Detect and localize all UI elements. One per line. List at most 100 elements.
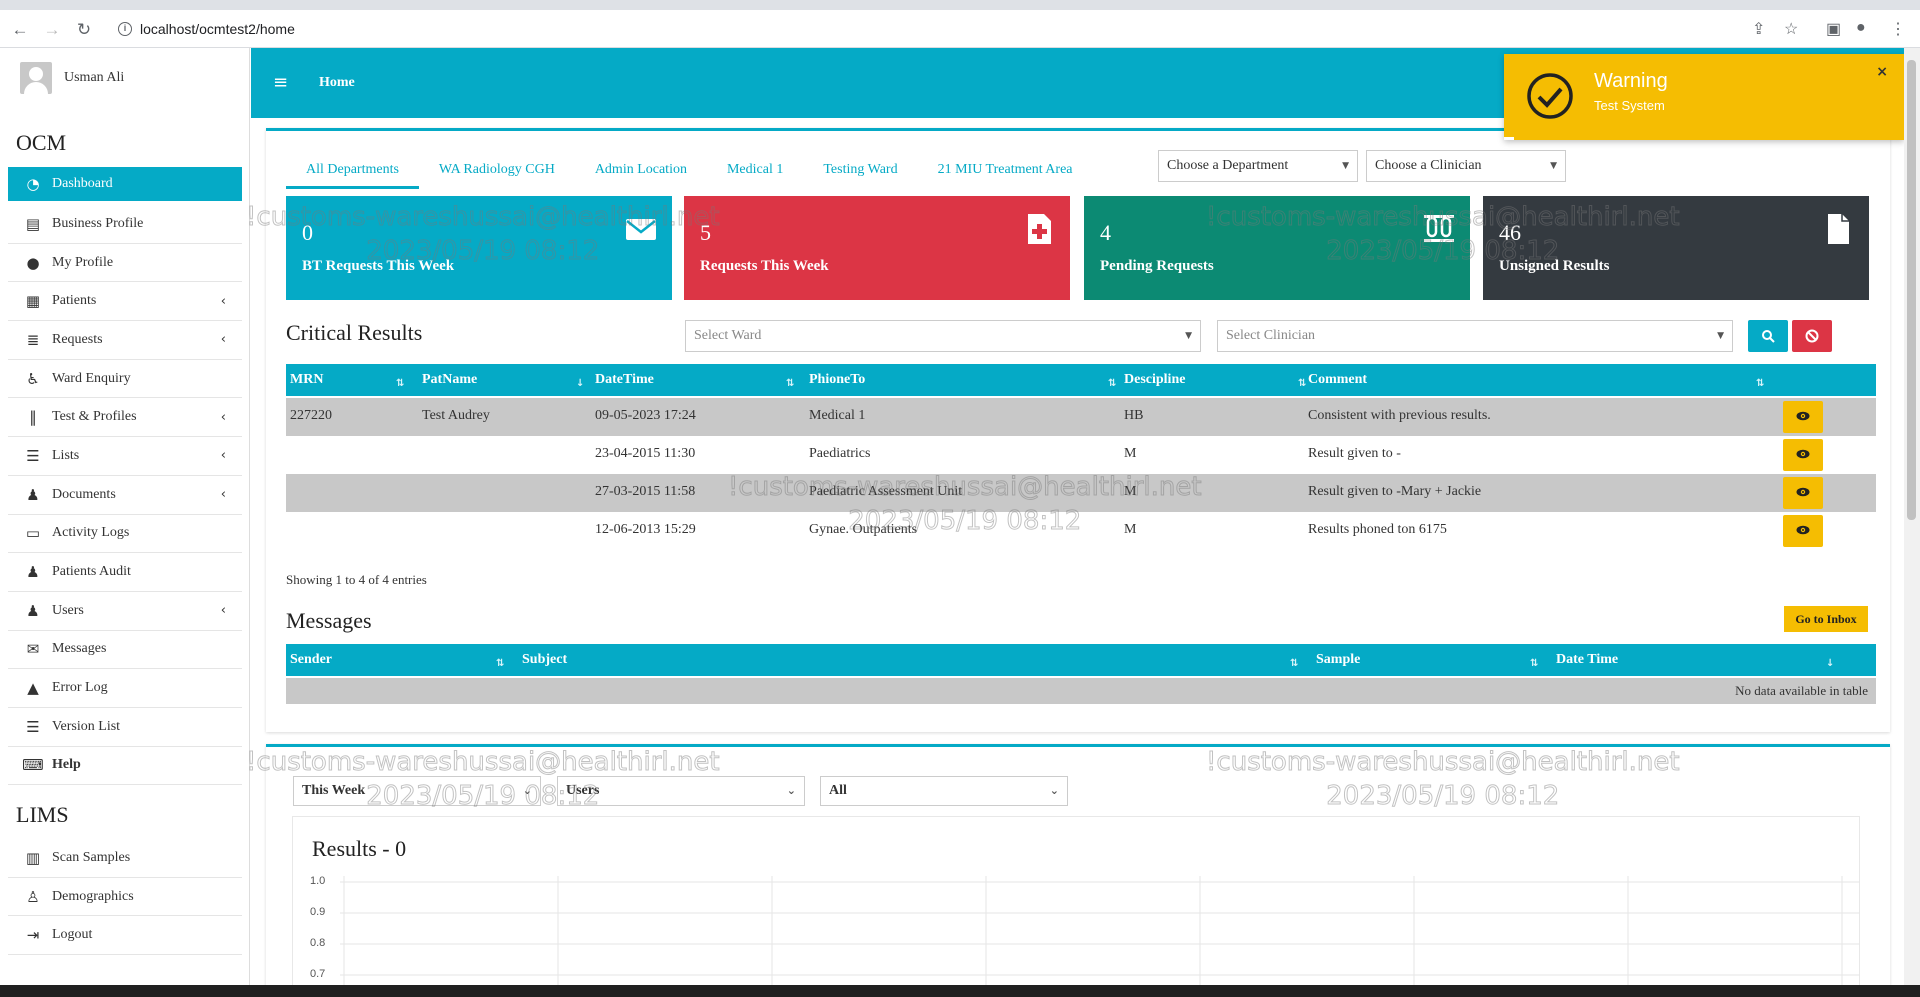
column-header[interactable]: Subject bbox=[522, 652, 567, 668]
tab-department[interactable]: 21 MIU Treatment Area bbox=[918, 159, 1093, 189]
column-header[interactable]: Sender bbox=[290, 652, 332, 668]
ward-select[interactable]: Select Ward ▼ bbox=[685, 320, 1201, 352]
chevron-left-icon: ‹ bbox=[220, 487, 226, 503]
search-button[interactable] bbox=[1748, 320, 1788, 352]
sidebar-item-messages[interactable]: ✉ Messages bbox=[8, 631, 242, 670]
address-bar[interactable]: i localhost/ocmtest2/home bbox=[110, 15, 1890, 43]
back-icon[interactable]: ← bbox=[8, 18, 32, 42]
table-cell: Result given to - bbox=[1308, 446, 1401, 461]
sort-icon[interactable]: ⇅ bbox=[1756, 378, 1764, 389]
browser-toolbar: ← → ↻ i localhost/ocmtest2/home ⇪ ☆ ▣ ● … bbox=[0, 10, 1920, 48]
eye-icon bbox=[1796, 525, 1810, 535]
column-header[interactable]: PhioneTo bbox=[809, 372, 865, 388]
sort-icon[interactable]: ⇅ bbox=[1530, 658, 1538, 669]
clear-filter-button[interactable] bbox=[1792, 320, 1832, 352]
sidebar-item-documents[interactable]: ♟ Documents ‹ bbox=[8, 476, 242, 515]
dashboard-icon: ◔ bbox=[26, 175, 40, 193]
sort-icon[interactable]: ⇅ bbox=[396, 378, 404, 389]
sort-icon[interactable]: ⇅ bbox=[496, 658, 504, 669]
warning-icon: ▲ bbox=[27, 679, 39, 698]
go-to-inbox-button[interactable]: Go to Inbox bbox=[1784, 606, 1868, 632]
all-select[interactable]: All ⌄ bbox=[820, 776, 1068, 806]
side-panel-icon[interactable]: ▣ bbox=[1826, 19, 1841, 39]
table-info: Showing 1 to 4 of 4 entries bbox=[286, 572, 427, 587]
chevron-left-icon: ‹ bbox=[220, 293, 226, 309]
hamburger-menu-icon[interactable]: ≡ bbox=[273, 72, 288, 93]
tab-department[interactable]: Medical 1 bbox=[707, 159, 803, 189]
bookmark-star-icon[interactable]: ☆ bbox=[1784, 19, 1798, 39]
sort-icon[interactable]: ⇅ bbox=[1290, 658, 1298, 669]
table-cell: 09-05-2023 17:24 bbox=[595, 408, 696, 423]
sidebar-item-label: Activity Logs bbox=[52, 525, 130, 541]
scrollbar-thumb[interactable] bbox=[1907, 60, 1916, 520]
view-button[interactable] bbox=[1783, 401, 1823, 433]
sidebar-item-version-list[interactable]: ☰ Version List bbox=[8, 708, 242, 747]
sidebar-item-logout[interactable]: ⇥ Logout bbox=[8, 916, 242, 956]
clinician-filter-select[interactable]: Select Clinician ▼ bbox=[1217, 320, 1733, 352]
table-row[interactable]: 23-04-2015 11:30 Paediatrics M Result given… bbox=[286, 436, 1876, 474]
department-select-value: Choose a Department bbox=[1167, 158, 1289, 173]
sidebar-item-error-log[interactable]: ▲ Error Log bbox=[8, 669, 242, 708]
sidebar-item-demographics[interactable]: ♙ Demographics bbox=[8, 878, 242, 917]
sort-icon[interactable]: ⇅ bbox=[1298, 378, 1306, 389]
sort-icon[interactable]: ⇅ bbox=[1108, 378, 1116, 389]
sidebar-item-label: Scan Samples bbox=[52, 849, 131, 865]
department-select[interactable]: Choose a Department ▼ bbox=[1158, 150, 1358, 182]
sidebar-item-my-profile[interactable]: ● My Profile bbox=[8, 244, 242, 283]
sort-icon[interactable]: ⇅ bbox=[786, 378, 794, 389]
column-header[interactable]: Comment bbox=[1308, 372, 1367, 388]
tab-department[interactable]: All Departments bbox=[286, 159, 419, 189]
column-header[interactable]: PatName bbox=[422, 372, 477, 388]
site-info-icon[interactable]: i bbox=[118, 22, 132, 36]
watermark-line: !customs-wareshussai@healthirl.net bbox=[246, 202, 721, 233]
sort-icon[interactable]: ↓ bbox=[576, 378, 584, 389]
column-header[interactable]: MRN bbox=[290, 372, 323, 388]
browser-menu-icon[interactable]: ⋮ bbox=[1890, 19, 1906, 39]
sidebar-item-requests[interactable]: ≣ Requests ‹ bbox=[8, 321, 242, 360]
clinician-select[interactable]: Choose a Clinician ▼ bbox=[1366, 150, 1566, 182]
check-circle-icon bbox=[1527, 73, 1573, 119]
watermark-line: 2023/05/19 08:12 bbox=[366, 781, 600, 812]
sort-icon[interactable]: ↓ bbox=[1826, 658, 1834, 669]
sidebar-item-users[interactable]: ♟ Users ‹ bbox=[8, 592, 242, 631]
tab-department[interactable]: WA Radiology CGH bbox=[419, 159, 575, 189]
profile-icon[interactable]: ● bbox=[1856, 19, 1866, 37]
forward-icon[interactable]: → bbox=[40, 18, 64, 42]
sidebar-item-help[interactable]: ⌨ Help bbox=[8, 747, 242, 786]
column-header[interactable]: DateTime bbox=[595, 372, 654, 388]
sidebar-item-label: My Profile bbox=[52, 254, 114, 270]
column-header[interactable]: Date Time bbox=[1556, 652, 1618, 668]
clinician-filter-placeholder: Select Clinician bbox=[1226, 328, 1316, 343]
chevron-left-icon: ‹ bbox=[220, 332, 226, 348]
share-icon[interactable]: ⇪ bbox=[1752, 19, 1765, 39]
table-row[interactable]: 227220 Test Audrey 09-05-2023 17:24 Medical… bbox=[286, 398, 1876, 436]
results-chart-title: Results - 0 bbox=[312, 836, 407, 861]
sidebar-item-label: Requests bbox=[52, 331, 103, 347]
sidebar-item-patients-audit[interactable]: ♟ Patients Audit bbox=[8, 553, 242, 592]
sidebar-item-test-profiles[interactable]: ‖ Test & Profiles ‹ bbox=[8, 398, 242, 438]
tab-department[interactable]: Admin Location bbox=[575, 159, 707, 189]
sidebar-item-scan-samples[interactable]: ▥ Scan Samples bbox=[8, 839, 242, 878]
view-button[interactable] bbox=[1783, 515, 1823, 547]
sidebar-item-activity-logs[interactable]: ▭ Activity Logs bbox=[8, 515, 242, 554]
stat-box[interactable]: 5 Requests This Week bbox=[684, 196, 1070, 300]
sidebar-item-business-profile[interactable]: ▤ Business Profile bbox=[8, 205, 242, 244]
close-icon[interactable]: × bbox=[1876, 64, 1888, 80]
view-button[interactable] bbox=[1783, 477, 1823, 509]
column-header[interactable]: Descipline bbox=[1124, 372, 1185, 388]
sidebar-item-ward-enquiry[interactable]: ♿ Ward Enquiry bbox=[8, 360, 242, 399]
warning-toast[interactable]: Warning Test System × bbox=[1504, 54, 1904, 140]
tab-department[interactable]: Testing Ward bbox=[803, 159, 917, 189]
view-button[interactable] bbox=[1783, 439, 1823, 471]
column-header[interactable]: Sample bbox=[1316, 652, 1360, 668]
wheelchair-icon: ♿ bbox=[26, 369, 40, 388]
sidebar-item-lists[interactable]: ☰ Lists ‹ bbox=[8, 437, 242, 476]
sidebar-item-label: Version List bbox=[52, 718, 121, 734]
building-icon: ▤ bbox=[25, 214, 41, 233]
sidebar-item-dashboard[interactable]: ◔ Dashboard bbox=[8, 167, 242, 201]
ocm-menu: ◔ Dashboard ▤ Business Profile ● My Profile ▦ P… bbox=[8, 167, 242, 786]
medical-file-icon bbox=[1028, 214, 1051, 244]
barcode-icon: ▥ bbox=[25, 848, 41, 867]
sidebar-item-patients[interactable]: ▦ Patients ‹ bbox=[8, 282, 242, 322]
reload-icon[interactable]: ↻ bbox=[72, 18, 96, 42]
